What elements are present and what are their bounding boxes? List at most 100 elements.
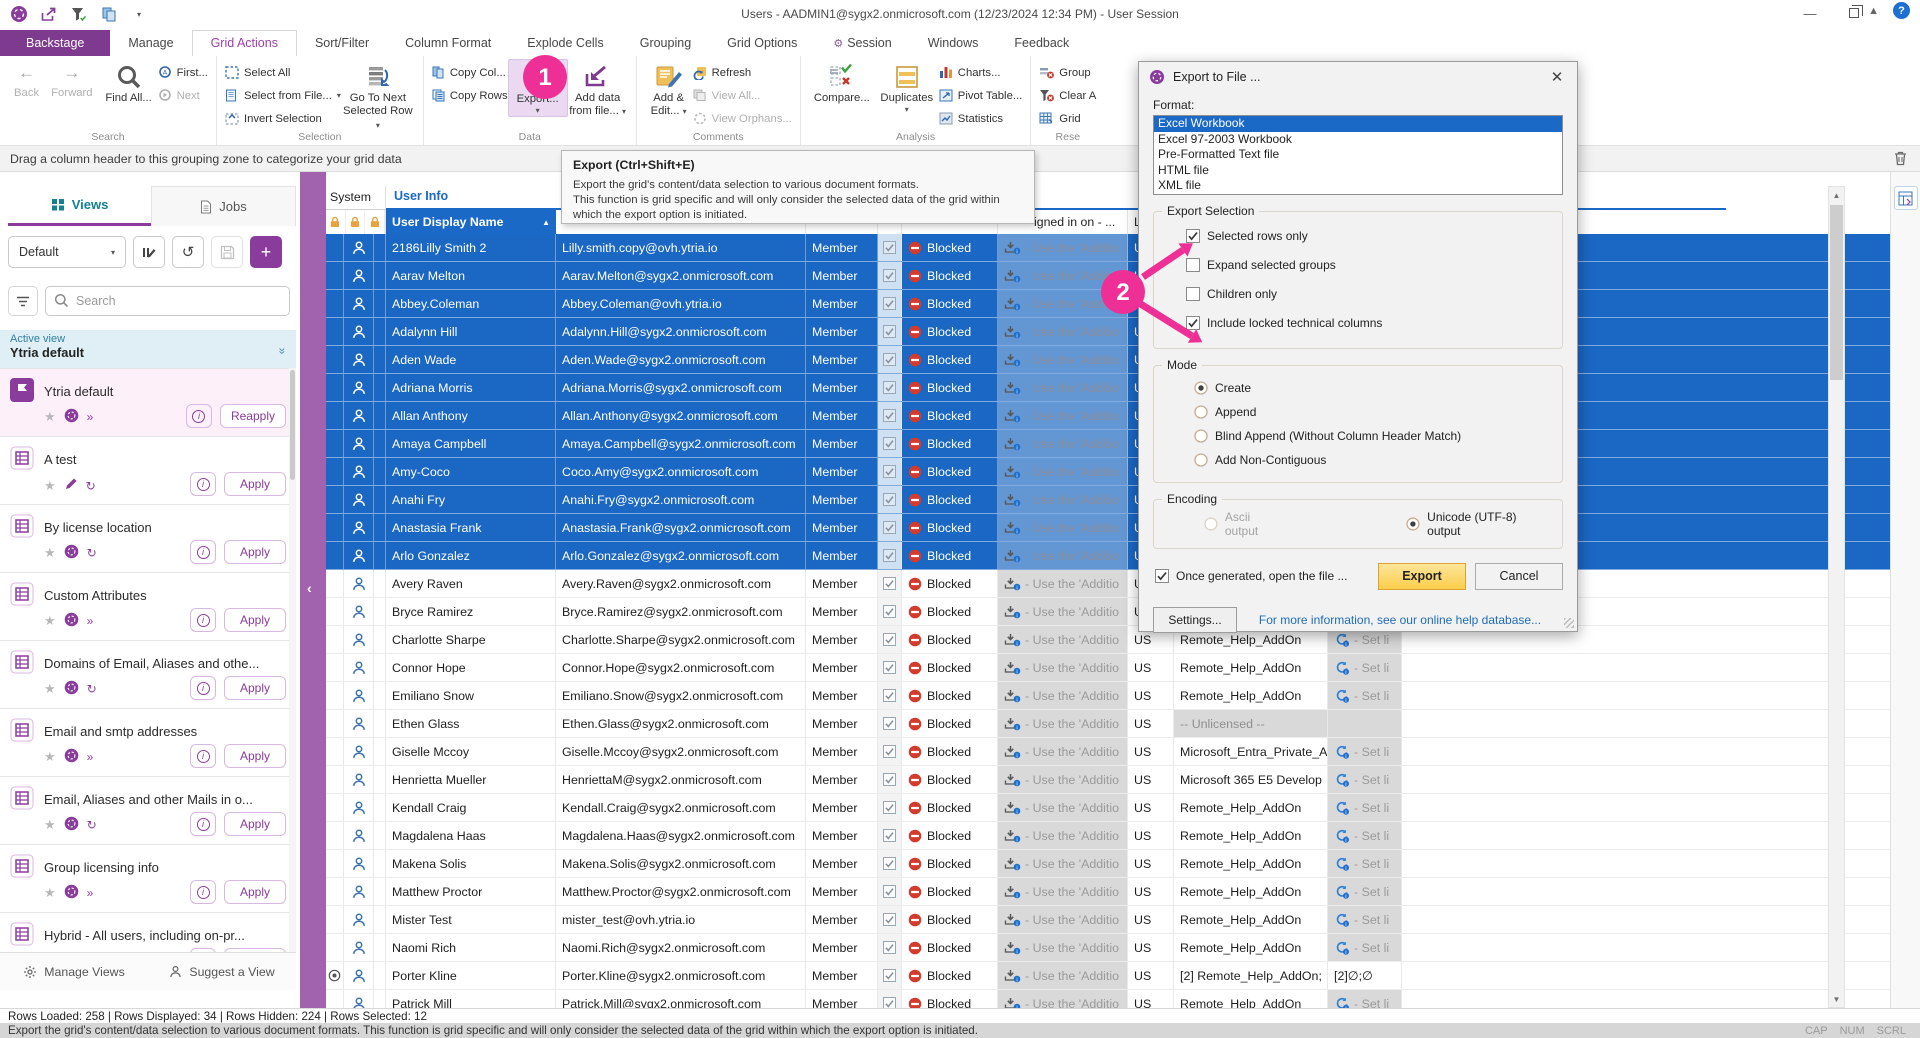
table-row[interactable]: Ethen GlassEthen.Glass@sygx2.onmicrosoft… [326, 710, 1890, 738]
apply-view-button[interactable]: Apply [224, 676, 286, 700]
view-info-button[interactable]: i [186, 404, 212, 428]
settings-button[interactable]: Settings... [1153, 607, 1237, 633]
star-icon[interactable]: ★ [44, 681, 56, 697]
table-row[interactable]: Amy-CocoCoco.Amy@sygx2.onmicrosoft.comMe… [326, 458, 1890, 486]
pivot-table-button[interactable]: Pivot Table... [939, 85, 1022, 106]
view-all-button[interactable]: View All... [693, 85, 792, 106]
apply-view-button[interactable]: Apply [224, 812, 286, 836]
view-info-button[interactable]: i [190, 472, 216, 496]
star-icon[interactable]: ★ [44, 545, 56, 561]
grid-reset-button[interactable]: Grid [1039, 108, 1096, 129]
copy-rows-button[interactable]: Copy Rows [432, 85, 508, 106]
sync-icon[interactable]: ↻ [87, 682, 97, 696]
table-row[interactable]: Charlotte SharpeCharlotte.Sharpe@sygx2.o… [326, 626, 1890, 654]
tab-manage[interactable]: Manage [110, 31, 191, 56]
add-view-button[interactable]: + [250, 236, 282, 268]
scroll-up-icon[interactable]: ▲ [1829, 187, 1844, 203]
locked-columns-header[interactable] [326, 210, 386, 234]
radio-unicode-utf-8-output[interactable]: Unicode (UTF-8) output [1406, 512, 1552, 536]
table-row[interactable]: Anahi FryAnahi.Fry@sygx2.onmicrosoft.com… [326, 486, 1890, 514]
minimize-button[interactable]: — [1788, 0, 1832, 26]
invert-selection-button[interactable]: Invert Selection [225, 108, 341, 129]
dialog-close-icon[interactable]: ✕ [1547, 68, 1567, 86]
table-row[interactable]: Anastasia FrankAnastasia.Frank@sygx2.onm… [326, 514, 1890, 542]
trash-icon[interactable] [1893, 150, 1908, 169]
table-row[interactable]: Arlo GonzalezArlo.Gonzalez@sygx2.onmicro… [326, 542, 1890, 570]
view-info-button[interactable]: i [190, 676, 216, 700]
reapply-view-button[interactable]: Reapply [220, 404, 286, 428]
back-button[interactable]: ← Back [8, 59, 45, 99]
view-info-button[interactable]: i [190, 744, 216, 768]
view-card[interactable]: Email, Aliases and other Mails in o...★↻… [0, 777, 296, 845]
chevrons-down-icon[interactable]: » [276, 348, 290, 355]
add-edit-button[interactable]: Add & Edit... ▾ [645, 59, 693, 119]
tab-column-format[interactable]: Column Format [387, 31, 509, 56]
go-to-next-selected-row-button[interactable]: Go To Next Selected Row ▾ [341, 59, 415, 132]
next-button[interactable]: Next [159, 85, 208, 106]
table-row[interactable]: Adalynn HillAdalynn.Hill@sygx2.onmicroso… [326, 318, 1890, 346]
format-option[interactable]: Excel Workbook [1154, 116, 1562, 132]
radio-blind-append-without-column-header-match-[interactable]: Blind Append (Without Column Header Matc… [1194, 424, 1552, 448]
table-row[interactable]: 2186Lilly Smith 2Lilly.smith.copy@ovh.yt… [326, 234, 1890, 262]
suggest-view-button[interactable]: Suggest a View [148, 953, 296, 990]
export-button[interactable]: Export... ▾ [508, 59, 568, 117]
tab-jobs[interactable]: Jobs [151, 186, 296, 226]
view-orphans-button[interactable]: View Orphans... [693, 108, 792, 129]
table-row[interactable]: Abbey.ColemanAbbey.Coleman@ovh.ytria.ioM… [326, 290, 1890, 318]
star-icon[interactable]: ★ [44, 478, 56, 494]
apply-view-button[interactable]: Apply [224, 540, 286, 564]
view-info-button[interactable]: i [190, 608, 216, 632]
table-row[interactable]: Henrietta MuellerHenriettaM@sygx2.onmicr… [326, 766, 1890, 794]
chevrons-icon[interactable]: » [87, 614, 94, 628]
sync-icon[interactable]: ↻ [86, 479, 96, 493]
tab-backstage[interactable]: Backstage [0, 30, 110, 56]
checkbox-children-only[interactable]: Children only [1186, 280, 1552, 309]
table-row[interactable]: Connor HopeConnor.Hope@sygx2.onmicrosoft… [326, 654, 1890, 682]
checkbox-expand-selected-groups[interactable]: Expand selected groups [1186, 251, 1552, 280]
chevrons-icon[interactable]: » [87, 750, 94, 764]
statistics-button[interactable]: Statistics [939, 108, 1022, 129]
copy-col-button[interactable]: Copy Col... [432, 62, 508, 83]
table-row[interactable]: Mister Testmister_test@ovh.ytria.ioMembe… [326, 906, 1890, 934]
column-header-user-display-name[interactable]: User Display Name ▲ [386, 210, 556, 234]
grid-vertical-scrollbar[interactable]: ▲ ▼ [1828, 186, 1845, 1008]
view-filter-button[interactable] [8, 286, 38, 316]
collapse-ribbon-icon[interactable]: ▲ [1868, 5, 1879, 17]
star-icon[interactable]: ★ [44, 749, 56, 765]
sidebar-collapse-bar[interactable]: ‹ [300, 172, 326, 1008]
table-row[interactable]: Matthew ProctorMatthew.Proctor@sygx2.onm… [326, 878, 1890, 906]
table-row[interactable]: Adriana MorrisAdriana.Morris@sygx2.onmic… [326, 374, 1890, 402]
table-row[interactable]: Allan AnthonyAllan.Anthony@sygx2.onmicro… [326, 402, 1890, 430]
refresh-button[interactable]: Refresh [693, 62, 792, 83]
table-row[interactable]: Kendall CraigKendall.Craig@sygx2.onmicro… [326, 794, 1890, 822]
forward-button[interactable]: → Forward [45, 59, 98, 99]
checkbox-include-locked-technical-columns[interactable]: Include locked technical columns [1186, 309, 1552, 338]
tab-windows[interactable]: Windows [910, 31, 997, 56]
export-confirm-button[interactable]: Export [1378, 563, 1466, 590]
radio-add-non-contiguous[interactable]: Add Non-Contiguous [1194, 448, 1552, 472]
find-all-button[interactable]: Find All... [99, 59, 159, 105]
apply-view-button[interactable]: Apply [224, 744, 286, 768]
format-list[interactable]: Excel WorkbookExcel 97-2003 WorkbookPre-… [1153, 115, 1563, 195]
rename-view-button[interactable] [133, 236, 165, 268]
table-row[interactable]: Patrick MillPatrick.Mill@sygx2.onmicroso… [326, 990, 1890, 1008]
view-card[interactable]: Hybrid - All users, including on-pr...★↻… [0, 913, 296, 952]
view-card[interactable]: Ytria default★»iReapply [0, 369, 296, 437]
star-icon[interactable]: ★ [44, 613, 56, 629]
scrollbar-thumb[interactable] [1830, 205, 1843, 380]
view-card[interactable]: Group licensing info★»iApply [0, 845, 296, 913]
star-icon[interactable]: ★ [44, 817, 56, 833]
view-preset-dropdown[interactable]: Default▾ [8, 236, 126, 268]
right-panel-toggle[interactable] [1894, 186, 1918, 210]
charts-button[interactable]: Charts... [939, 62, 1022, 83]
tab-sort-filter[interactable]: Sort/Filter [297, 31, 387, 56]
view-card[interactable]: A test★↻iApply [0, 437, 296, 505]
table-row[interactable]: Magdalena HaasMagdalena.Haas@sygx2.onmic… [326, 822, 1890, 850]
search-input[interactable] [45, 286, 290, 316]
format-option[interactable]: Excel 97-2003 Workbook [1154, 132, 1562, 148]
table-row[interactable]: Aarav MeltonAarav.Melton@sygx2.onmicroso… [326, 262, 1890, 290]
tab-session[interactable]: ⚙Session [815, 31, 909, 56]
table-row[interactable]: Amaya CampbellAmaya.Campbell@sygx2.onmic… [326, 430, 1890, 458]
view-card[interactable]: Custom Attributes★»iApply [0, 573, 296, 641]
view-info-button[interactable]: i [190, 540, 216, 564]
